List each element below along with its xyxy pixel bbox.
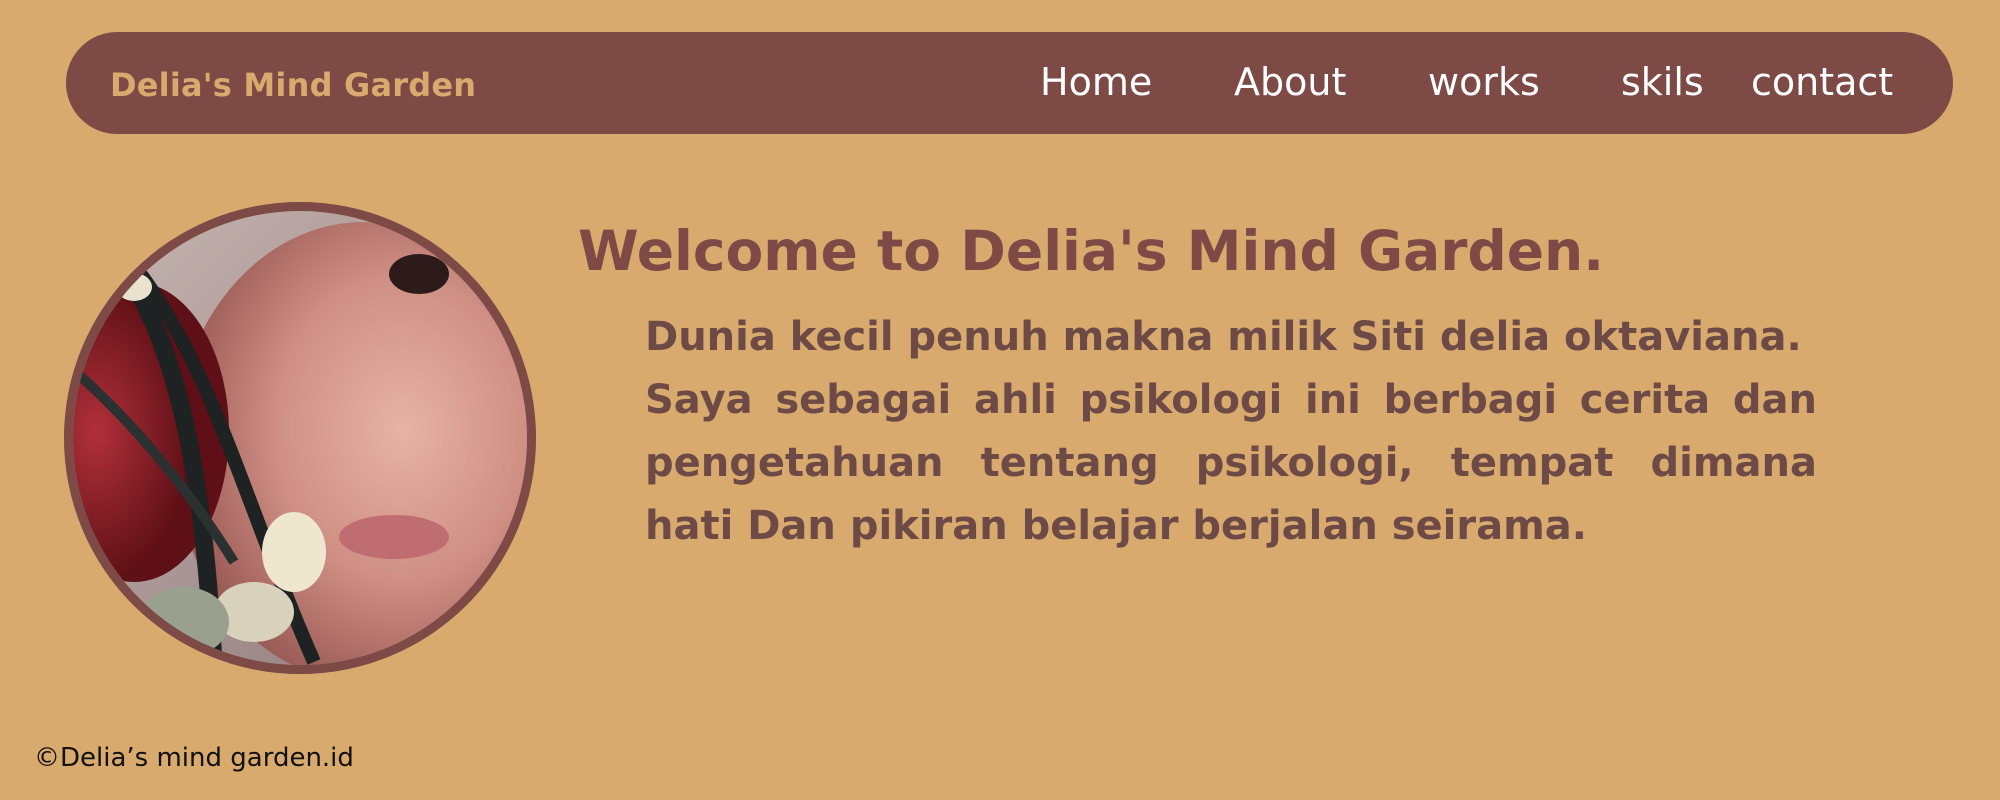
nav-link-works[interactable]: works — [1428, 32, 1540, 134]
hero-title: Welcome to Delia's Mind Garden. — [578, 219, 1605, 283]
profile-photo — [64, 202, 536, 674]
nav-link-home[interactable]: Home — [1040, 32, 1152, 134]
site-brand[interactable]: Delia's Mind Garden — [110, 32, 476, 134]
nav-link-skils[interactable]: skils — [1621, 32, 1704, 134]
nav-link-contact[interactable]: contact — [1751, 32, 1893, 134]
hero-description: Dunia kecil penuh makna milik Siti delia… — [645, 306, 1817, 558]
footer-copyright: ©Delia’s mind garden.id — [34, 743, 354, 773]
hero-paragraph-intro: Dunia kecil penuh makna milik Siti delia… — [645, 314, 1802, 360]
profile-photo-image — [64, 202, 536, 674]
nav-link-about[interactable]: About — [1234, 32, 1346, 134]
hero-paragraph-about: Saya sebagai ahli psikologi ini berbagi … — [645, 377, 1817, 549]
navbar: Delia's Mind Garden Home About works ski… — [66, 32, 1953, 134]
